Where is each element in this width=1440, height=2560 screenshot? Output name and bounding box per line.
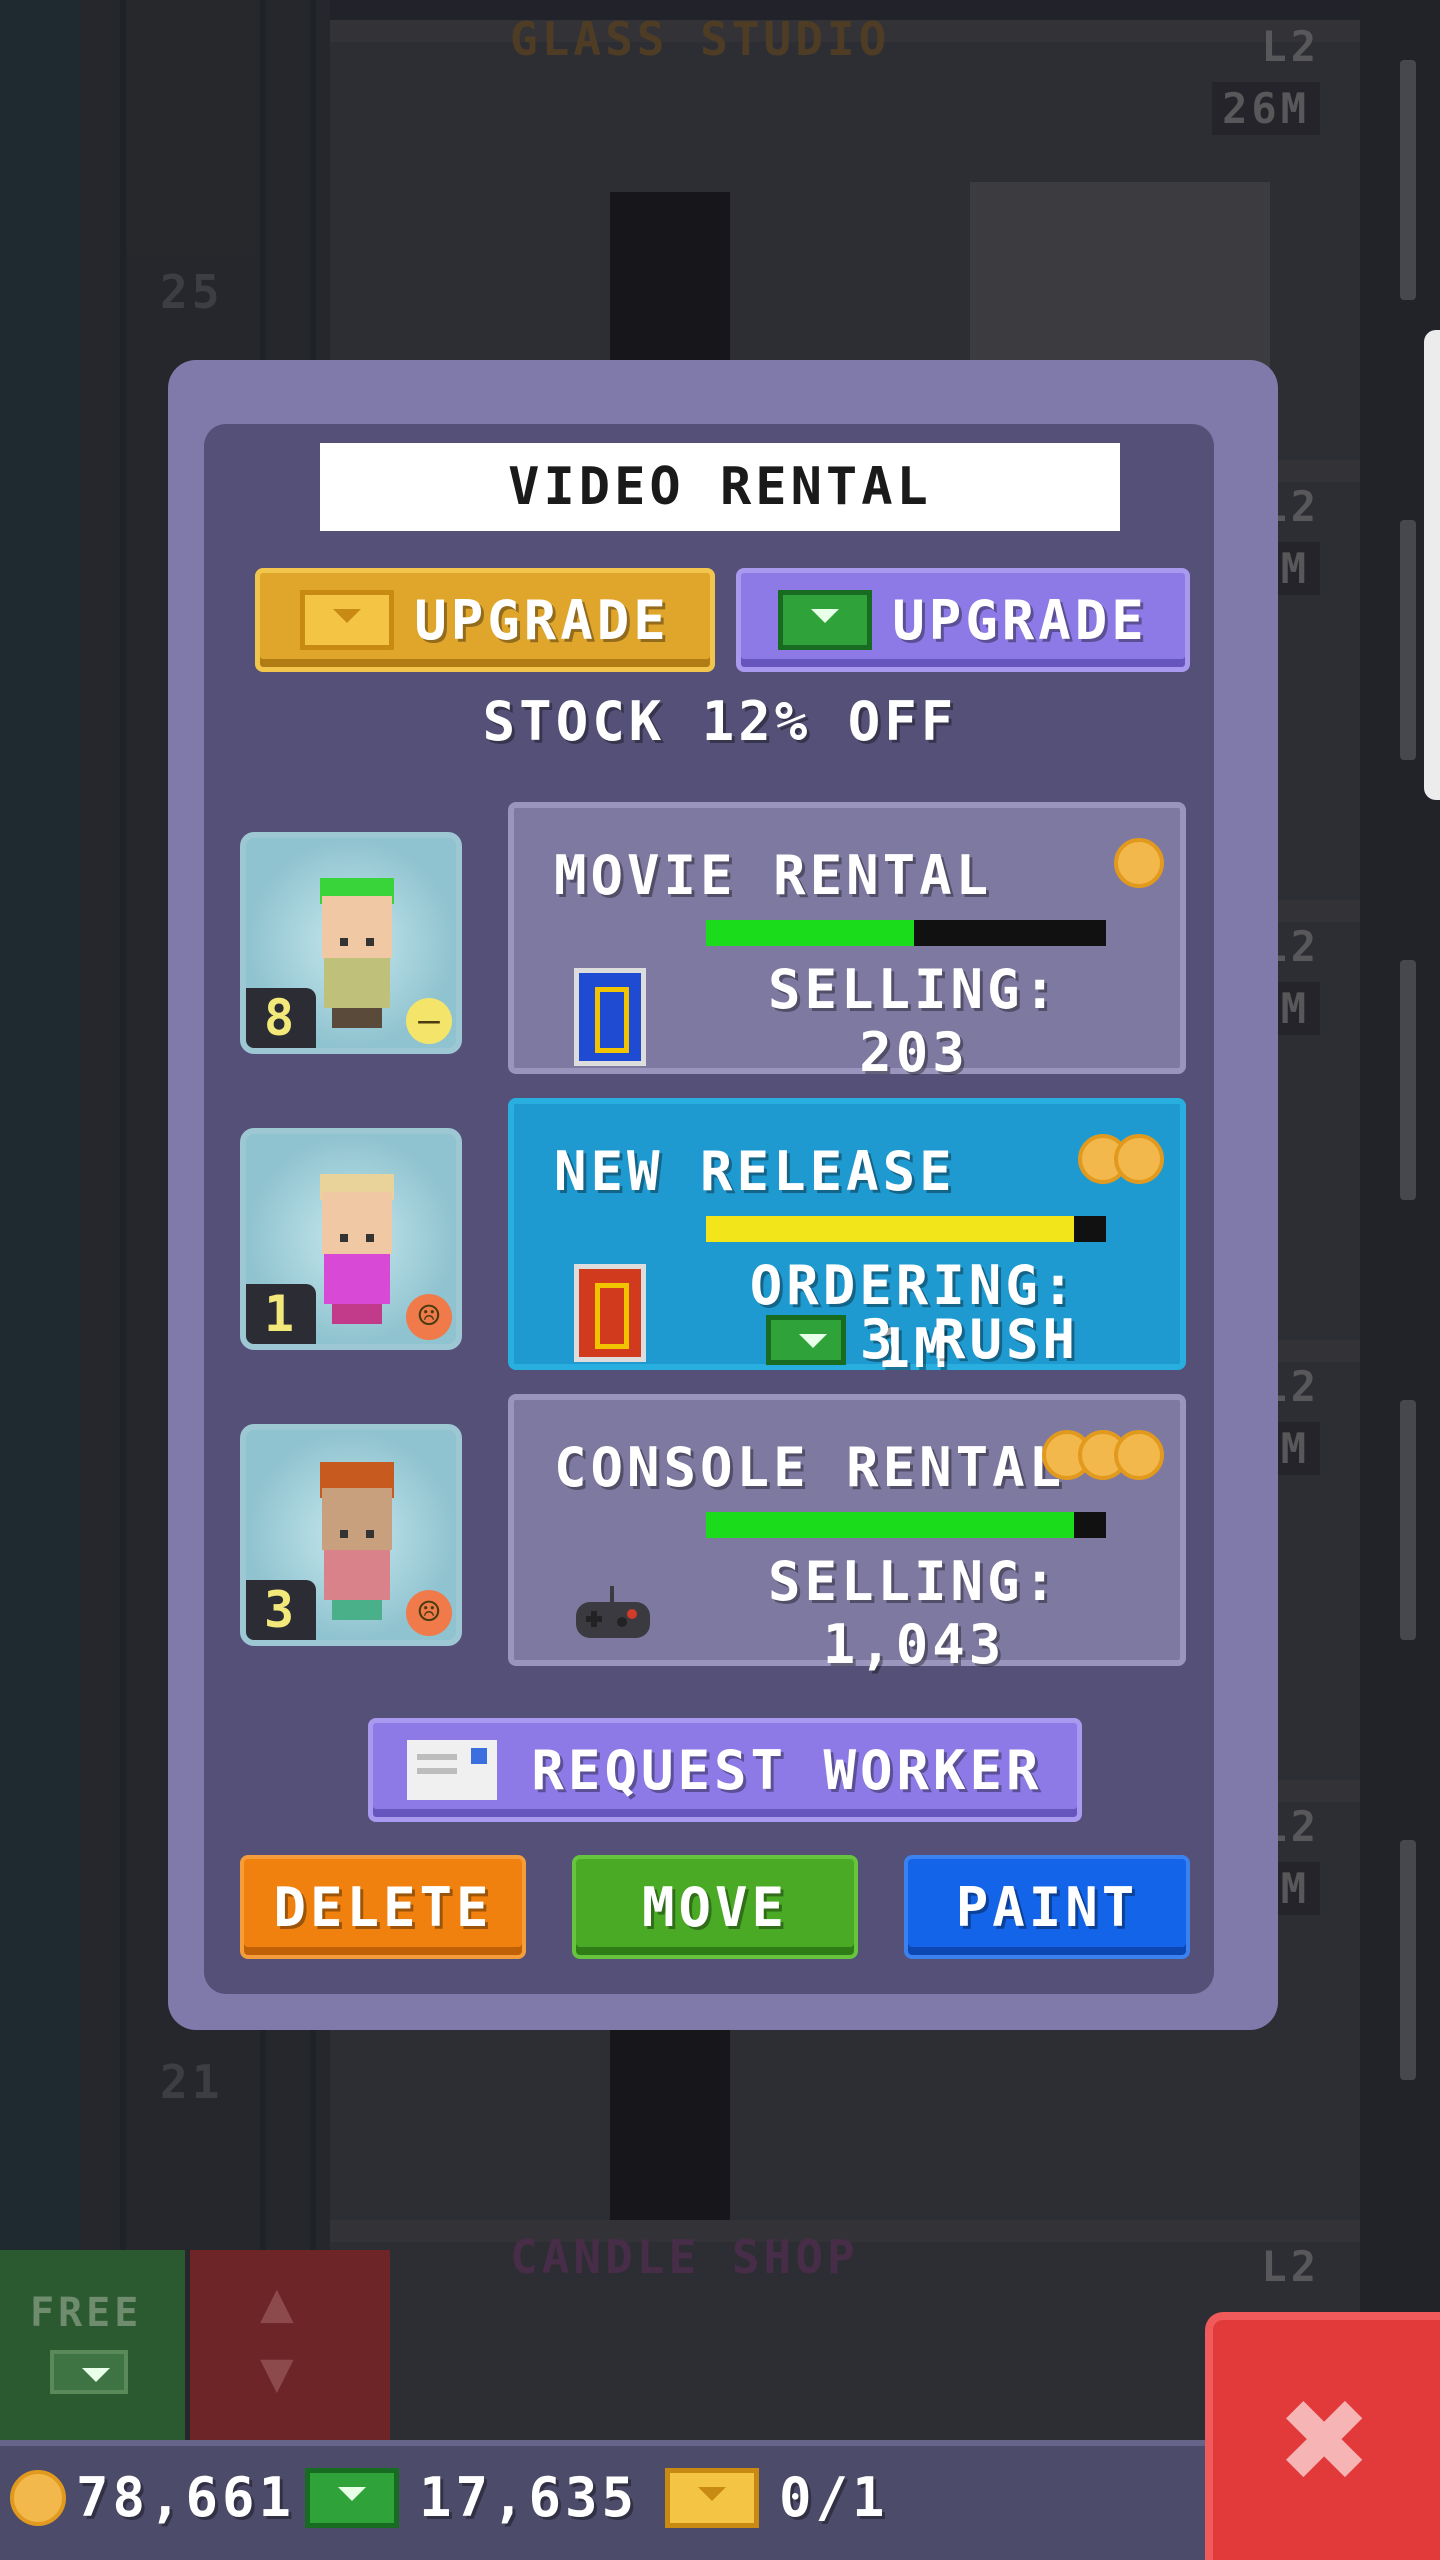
- unhappy-face-icon: ☹: [406, 1590, 452, 1636]
- arrow-down-icon: ▼: [260, 2340, 298, 2405]
- product-name: CONSOLE RENTAL: [554, 1436, 1066, 1499]
- coins-value: 78,661: [76, 2466, 296, 2529]
- arrow-up-icon: ▲: [260, 2270, 298, 2335]
- blue-cassette-icon: [574, 968, 646, 1066]
- golden-ticket-icon: [665, 2467, 759, 2528]
- coin-icon: [1114, 1430, 1164, 1480]
- upgrade-label: UPGRADE: [414, 588, 670, 652]
- worker-slot-1[interactable]: 8 –: [240, 832, 462, 1054]
- bux-value: 17,635: [419, 2466, 639, 2529]
- close-button[interactable]: ✖: [1205, 2312, 1440, 2560]
- delete-button[interactable]: DELETE: [240, 1855, 526, 1959]
- dialog-title: VIDEO RENTAL: [320, 443, 1120, 531]
- bux-icon: [50, 2350, 128, 2394]
- envelope-icon: [407, 1740, 498, 1800]
- golden-ticket-icon: [300, 590, 395, 650]
- stock-discount-text: STOCK 12% OFF: [482, 690, 958, 753]
- product-name: NEW RELEASE: [554, 1140, 956, 1203]
- coin-icon: [10, 2469, 66, 2526]
- coin-value-icons: [1042, 1430, 1164, 1480]
- neutral-face-icon: –: [406, 998, 452, 1044]
- product-name: MOVIE RENTAL: [554, 844, 993, 907]
- worker-slot-3[interactable]: 3 ☹: [240, 1424, 462, 1646]
- product-row-movie-rental[interactable]: MOVIE RENTAL SELLING: 203: [508, 802, 1186, 1084]
- tickets-counter: 0/1: [665, 2466, 889, 2529]
- progress-fill: [706, 920, 914, 946]
- worker-level-badge: 3: [246, 1580, 316, 1640]
- unhappy-face-icon: ☹: [406, 1294, 452, 1340]
- elevator-control-button[interactable]: ▲ ▼: [190, 2250, 390, 2440]
- bux-counter: 17,635: [305, 2466, 638, 2529]
- red-cassette-icon: [574, 1264, 646, 1362]
- upgrade-with-ticket-button[interactable]: UPGRADE: [255, 568, 715, 672]
- coin-icon: [1114, 1134, 1164, 1184]
- scroll-indicator[interactable]: [1424, 330, 1440, 800]
- tickets-value: 0/1: [779, 2466, 889, 2529]
- rush-label: 3 RUSH: [860, 1308, 1080, 1371]
- coin-value-icons: [1114, 838, 1164, 888]
- coins-counter: 78,661: [10, 2466, 295, 2529]
- worker-avatar: [314, 1462, 400, 1620]
- product-progress-bar: [706, 1512, 1106, 1538]
- product-row-new-release[interactable]: NEW RELEASE ORDERING: 1M 3 RUSH: [508, 1098, 1186, 1380]
- close-icon: ✖: [1281, 2353, 1372, 2527]
- upgrade-with-bux-button[interactable]: UPGRADE: [736, 568, 1190, 672]
- product-progress-bar: [706, 1216, 1106, 1242]
- progress-fill: [706, 1512, 1074, 1538]
- move-button[interactable]: MOVE: [572, 1855, 858, 1959]
- worker-slot-2[interactable]: 1 ☹: [240, 1128, 462, 1350]
- product-status: SELLING: 1,043: [767, 1550, 1061, 1676]
- product-status: SELLING: 203: [767, 958, 1061, 1084]
- worker-level-badge: 1: [246, 1284, 316, 1344]
- gamepad-icon: [576, 1586, 650, 1638]
- coin-icon: [1114, 838, 1164, 888]
- worker-avatar: [314, 878, 400, 1028]
- product-progress-bar: [706, 920, 1106, 946]
- upgrade-label: UPGRADE: [892, 588, 1148, 652]
- request-worker-label: REQUEST WORKER: [531, 1738, 1043, 1802]
- worker-level-badge: 8: [246, 988, 316, 1048]
- free-elevator-button[interactable]: FREE: [0, 2250, 185, 2440]
- product-row-console-rental[interactable]: CONSOLE RENTAL SELLING: 1,043: [508, 1394, 1186, 1676]
- progress-fill: [706, 1216, 1074, 1242]
- rush-order-button[interactable]: 3 RUSH: [766, 1308, 1079, 1371]
- bux-icon: [305, 2467, 399, 2528]
- worker-avatar: [314, 1174, 400, 1324]
- bux-icon: [766, 1314, 846, 1365]
- coin-value-icons: [1078, 1134, 1164, 1184]
- free-label: FREE: [30, 2290, 143, 2336]
- request-worker-button[interactable]: REQUEST WORKER: [368, 1718, 1082, 1822]
- paint-button[interactable]: PAINT: [904, 1855, 1190, 1959]
- bux-icon: [778, 590, 873, 650]
